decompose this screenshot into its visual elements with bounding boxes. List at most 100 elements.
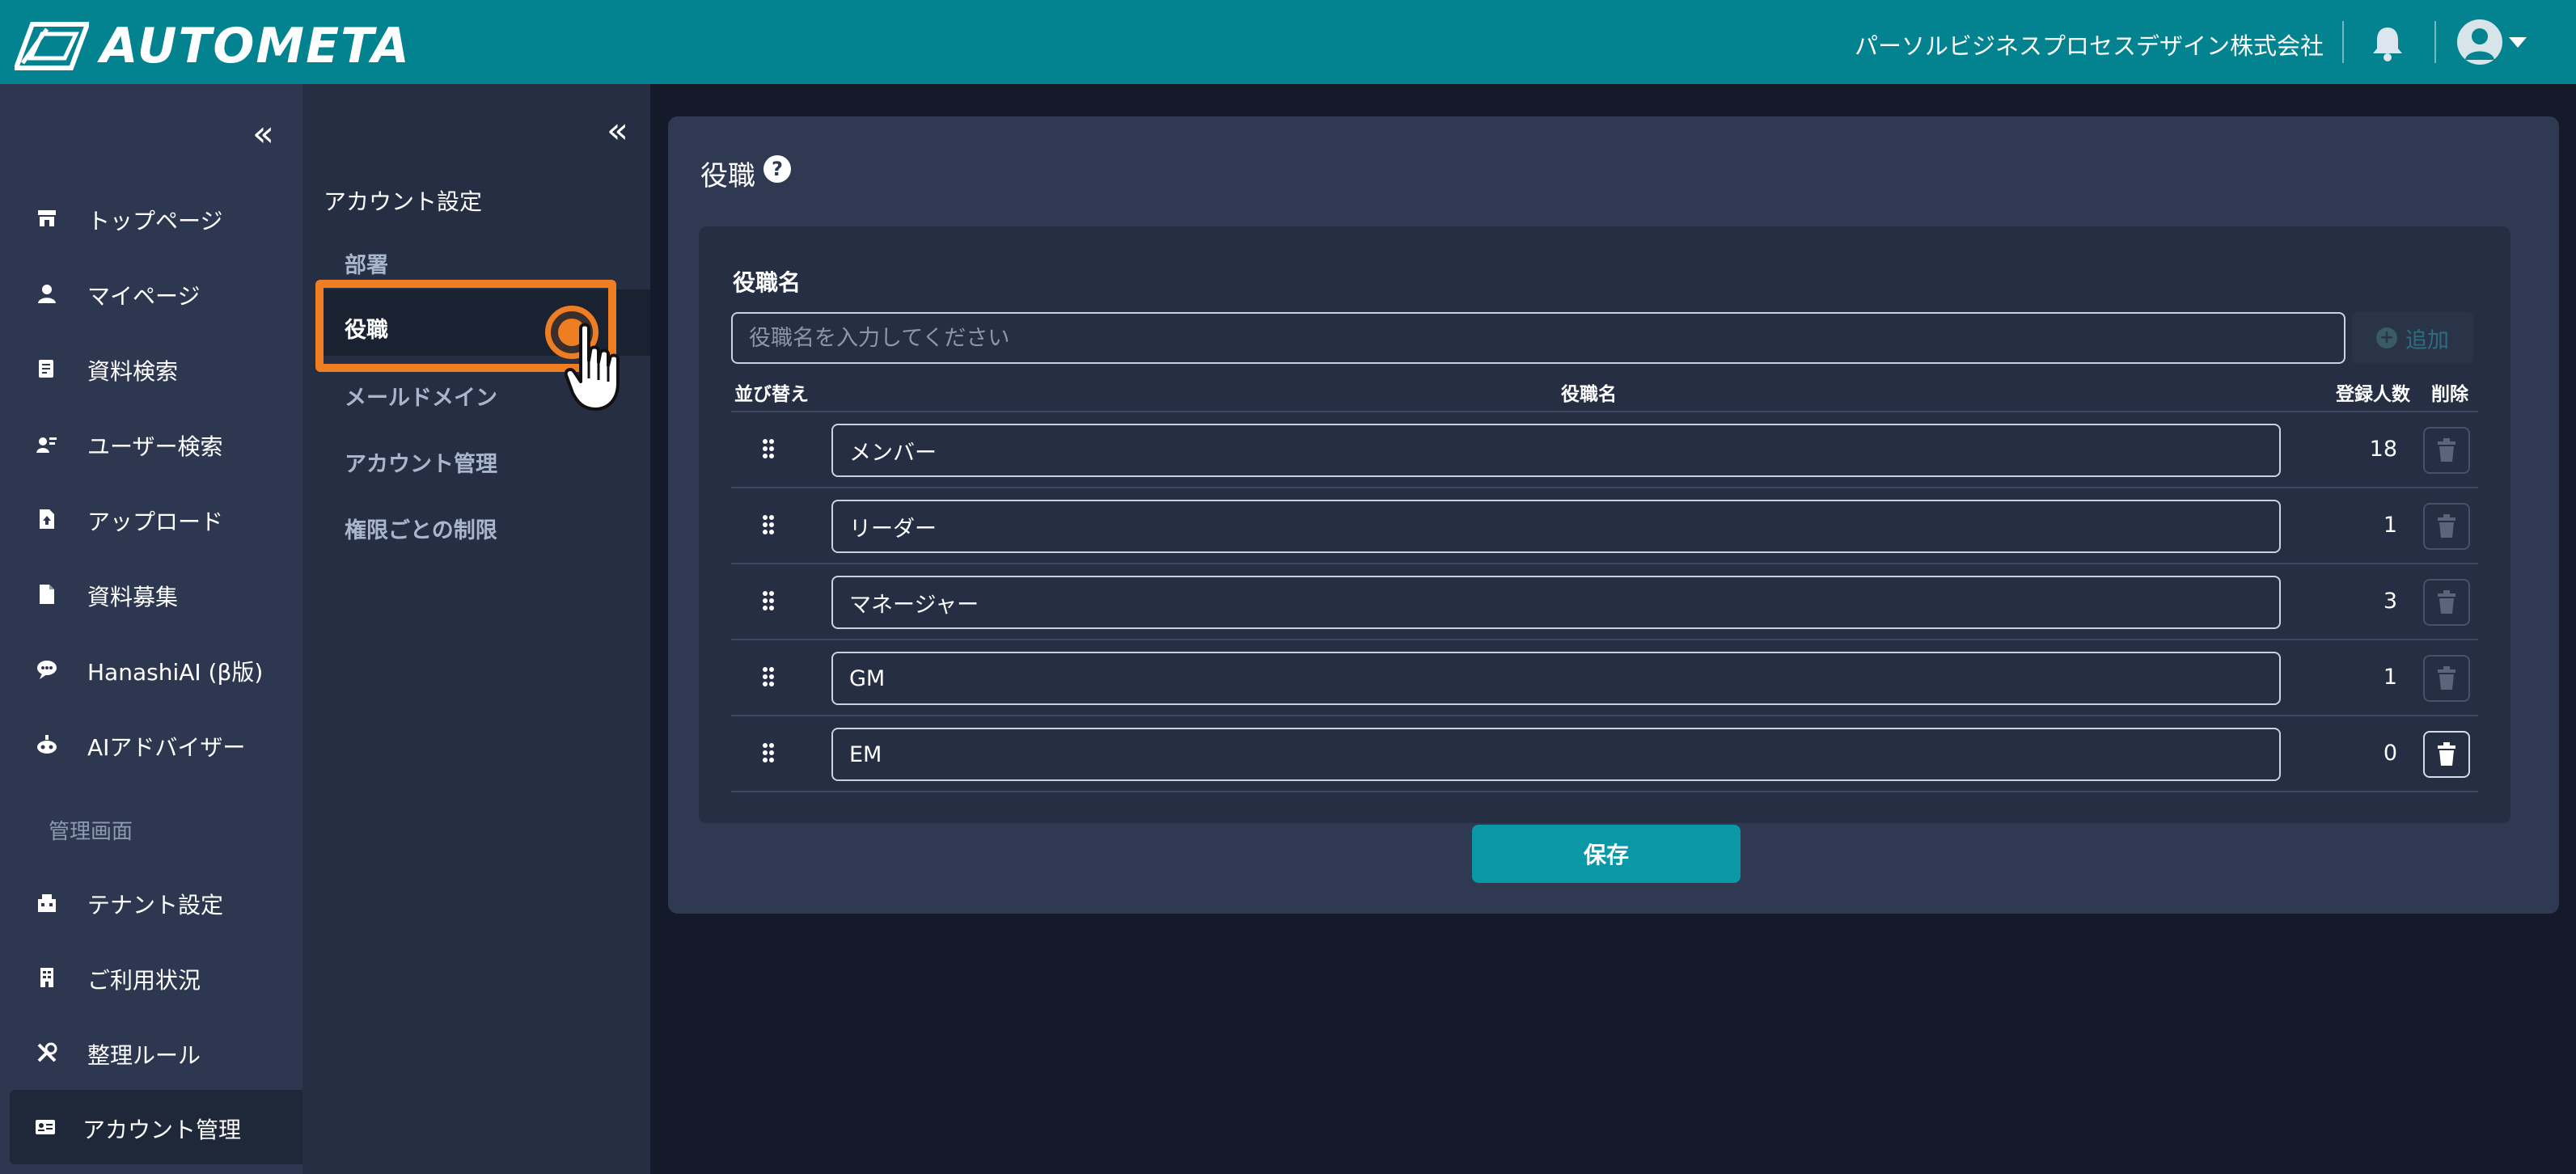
document-search-icon xyxy=(39,360,53,378)
drag-handle-icon[interactable] xyxy=(762,438,775,459)
registered-count: 0 xyxy=(2383,741,2397,766)
table-row: 0 xyxy=(731,716,2478,792)
trash-icon xyxy=(2438,514,2455,538)
sidebar-item-my-page[interactable]: マイページ xyxy=(0,264,302,321)
sidebar-item-label: ユーザー検索 xyxy=(87,433,223,460)
collapse-subsidebar-icon[interactable]: « xyxy=(607,113,628,149)
registered-count: 1 xyxy=(2383,513,2397,538)
sidebar-item-document-request[interactable]: 資料募集 xyxy=(0,565,302,622)
delete-button[interactable] xyxy=(2423,503,2470,550)
subsidebar-item-account-management[interactable]: アカウント管理 xyxy=(345,446,497,478)
header-divider xyxy=(2434,21,2436,63)
sidebar-item-tenant-settings[interactable]: テナント設定 xyxy=(0,873,302,930)
admin-section-heading: 管理画面 xyxy=(49,820,133,844)
main-sidebar: « トップページ マイページ 資料検索 ユーザー検索 アップロード 資料募集 H… xyxy=(0,84,302,1174)
position-name-field[interactable] xyxy=(831,500,2281,553)
file-icon xyxy=(40,585,54,604)
save-button[interactable]: 保存 xyxy=(1472,825,1741,883)
column-header-sort: 並び替え xyxy=(734,384,809,405)
sidebar-item-hanashi-ai[interactable]: HanashiAI (β版) xyxy=(0,640,302,697)
user-search-icon xyxy=(36,437,57,453)
trash-icon xyxy=(2438,438,2455,462)
subsidebar-item-department[interactable]: 部署 xyxy=(345,247,388,279)
position-name-field[interactable] xyxy=(831,652,2281,705)
plus-circle-icon: + xyxy=(2376,327,2397,348)
drag-handle-icon[interactable] xyxy=(762,666,775,687)
tenant-icon xyxy=(38,894,56,912)
drag-handle-icon[interactable] xyxy=(762,742,775,763)
column-header-count: 登録人数 xyxy=(2336,384,2410,405)
subsidebar-item-permission-limits[interactable]: 権限ごとの制限 xyxy=(345,513,497,544)
add-position-button[interactable]: + 追加 xyxy=(2352,312,2473,364)
registered-count: 3 xyxy=(2383,589,2397,614)
sidebar-item-label: HanashiAI (β版) xyxy=(87,659,264,686)
collapse-sidebar-icon[interactable]: « xyxy=(252,116,274,152)
registered-count: 1 xyxy=(2383,665,2397,690)
add-button-label: 追加 xyxy=(2405,327,2449,353)
position-name-field[interactable] xyxy=(831,424,2281,477)
app-logo[interactable]: AUTOMETA xyxy=(15,18,411,74)
header-divider xyxy=(2342,21,2344,63)
page-title: 役職 xyxy=(700,160,755,192)
tools-icon xyxy=(37,1042,57,1062)
table-row: 1 xyxy=(731,488,2478,564)
app-name: AUTOMETA xyxy=(100,18,411,74)
trash-icon xyxy=(2438,590,2455,614)
subsidebar-heading: アカウント設定 xyxy=(324,188,483,215)
user-avatar[interactable] xyxy=(2457,19,2502,65)
sidebar-item-label: ご利用状況 xyxy=(87,967,201,994)
delete-button[interactable] xyxy=(2423,655,2470,702)
position-name-field[interactable] xyxy=(831,728,2281,781)
building-icon xyxy=(40,968,53,987)
sidebar-item-top-page[interactable]: トップページ xyxy=(0,189,302,246)
user-menu-chevron-down-icon[interactable] xyxy=(2509,37,2527,48)
sidebar-item-usage-status[interactable]: ご利用状況 xyxy=(0,948,302,1005)
column-header-name: 役職名 xyxy=(1561,384,1617,405)
notification-bell-icon[interactable] xyxy=(2370,24,2405,61)
sidebar-item-label: アカウント管理 xyxy=(82,1117,242,1143)
sidebar-item-label: 資料検索 xyxy=(87,358,179,385)
sidebar-item-label: 整理ルール xyxy=(87,1042,201,1069)
autometa-logo-icon xyxy=(15,22,89,70)
sidebar-item-user-search[interactable]: ユーザー検索 xyxy=(0,415,302,471)
store-icon xyxy=(38,210,56,226)
trash-icon xyxy=(2438,666,2455,690)
drag-handle-icon[interactable] xyxy=(762,514,775,535)
position-name-input[interactable] xyxy=(731,312,2345,364)
account-settings-sidebar: « アカウント設定 部署 役職 メールドメイン アカウント管理 権限ごとの制限 xyxy=(302,84,650,1174)
registered-count: 18 xyxy=(2369,437,2397,462)
delete-button[interactable] xyxy=(2423,731,2470,778)
app-header: AUTOMETA パーソルビジネスプロセスデザイン株式会社 xyxy=(0,0,2576,84)
drag-handle-icon[interactable] xyxy=(762,590,775,611)
person-icon xyxy=(38,285,56,303)
sidebar-item-label: AIアドバイザー xyxy=(87,734,246,761)
sidebar-item-upload[interactable]: アップロード xyxy=(0,490,302,547)
robot-icon xyxy=(37,735,57,754)
pointer-hand-icon xyxy=(565,323,620,411)
column-header-delete: 削除 xyxy=(2431,384,2468,405)
trash-icon xyxy=(2438,742,2455,766)
user-avatar-icon xyxy=(2465,28,2494,60)
help-icon[interactable]: ? xyxy=(763,155,791,183)
file-upload-icon xyxy=(40,509,54,529)
table-row: 18 xyxy=(731,412,2478,488)
sidebar-item-ai-advisor[interactable]: AIアドバイザー xyxy=(0,716,302,772)
delete-button[interactable] xyxy=(2423,579,2470,626)
position-settings-panel: 役職 ? 役職名 + 追加 並び替え 役職名 登録人数 削除 18 1 xyxy=(668,116,2559,914)
table-row: 3 xyxy=(731,564,2478,640)
sidebar-item-label: トップページ xyxy=(87,208,223,234)
sidebar-item-label: テナント設定 xyxy=(87,892,224,919)
delete-button[interactable] xyxy=(2423,427,2470,474)
chat-bubble-icon xyxy=(37,661,57,679)
sidebar-item-label: マイページ xyxy=(87,283,201,310)
position-name-field[interactable] xyxy=(831,576,2281,629)
position-name-label: 役職名 xyxy=(733,269,802,296)
sidebar-item-account-management[interactable]: アカウント管理 xyxy=(10,1090,302,1164)
subsidebar-item-mail-domain[interactable]: メールドメイン xyxy=(345,380,497,412)
sidebar-item-label: アップロード xyxy=(87,509,224,535)
id-card-icon xyxy=(36,1120,55,1134)
sidebar-item-label: 資料募集 xyxy=(87,584,179,610)
company-name: パーソルビジネスプロセスデザイン株式会社 xyxy=(1854,32,2324,60)
sidebar-item-organize-rules[interactable]: 整理ルール xyxy=(0,1024,302,1080)
sidebar-item-document-search[interactable]: 資料検索 xyxy=(0,340,302,396)
